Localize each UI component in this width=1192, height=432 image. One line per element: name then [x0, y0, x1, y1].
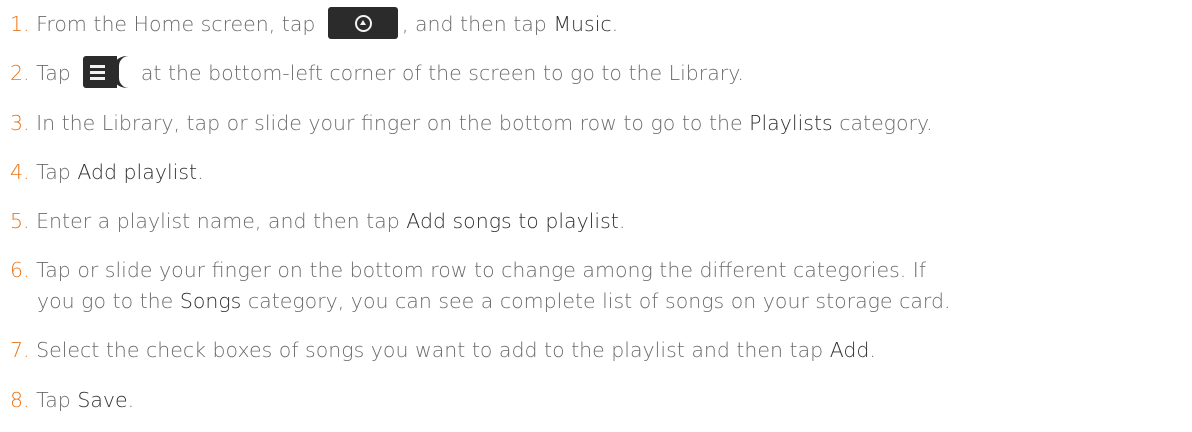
- step-text: Tap: [36, 61, 71, 85]
- step-number: 6.: [10, 258, 30, 282]
- step-text: , and then tap: [401, 12, 547, 36]
- step-highlight: Playlists: [749, 111, 833, 135]
- step-text: Tap: [36, 388, 71, 412]
- step-highlight: Add: [829, 338, 870, 362]
- step-1: 1. From the Home screen, tap , and then …: [10, 7, 619, 41]
- step-text: .: [611, 12, 619, 36]
- library-tab-icon: [83, 56, 130, 88]
- step-7: 7. Select the check boxes of songs you w…: [10, 335, 876, 365]
- step-highlight: Add playlist: [77, 160, 198, 184]
- step-number: 7.: [10, 338, 30, 362]
- step-text: category.: [839, 111, 933, 135]
- step-text: .: [197, 160, 204, 184]
- instruction-steps: 1. From the Home screen, tap , and then …: [0, 0, 1192, 432]
- step-number: 3.: [10, 111, 30, 135]
- step-number: 1.: [10, 12, 30, 36]
- step-highlight: Music: [553, 12, 612, 36]
- step-highlight: Add songs to playlist: [406, 209, 619, 233]
- step-3: 3. In the Library, tap or slide your fin…: [10, 108, 933, 138]
- step-text: Select the check boxes of songs you want…: [36, 338, 824, 362]
- step-text: From the Home screen, tap: [36, 12, 316, 36]
- step-text: at the bottom-left corner of the screen …: [140, 61, 744, 85]
- step-highlight: Songs: [179, 289, 242, 313]
- step-number: 8.: [10, 388, 30, 412]
- step-number: 2.: [10, 61, 30, 85]
- step-text: .: [127, 388, 135, 412]
- step-6-continuation: you go to the Songs category, you can se…: [37, 286, 951, 316]
- step-6: 6. Tap or slide your finger on the botto…: [10, 255, 926, 285]
- step-text: Tap or slide your finger on the bottom r…: [36, 258, 927, 282]
- step-number: 4.: [10, 160, 30, 184]
- all-apps-button-icon: [327, 7, 398, 39]
- step-text: you go to the: [37, 289, 174, 313]
- step-text: category, you can see a complete list of…: [247, 289, 951, 313]
- step-8: 8. Tap Save.: [10, 385, 134, 415]
- step-4: 4. Tap Add playlist.: [10, 157, 204, 187]
- step-2: 2. Tap at the bottom-left corner of the …: [10, 56, 744, 90]
- step-text: .: [869, 338, 876, 362]
- step-text: Enter a playlist name, and then tap: [36, 209, 400, 233]
- step-highlight: Save: [77, 388, 128, 412]
- step-5: 5. Enter a playlist name, and then tap A…: [10, 206, 625, 236]
- step-text: .: [618, 209, 626, 233]
- step-text: In the Library, tap or slide your finger…: [36, 111, 743, 135]
- step-text: Tap: [36, 160, 71, 184]
- step-number: 5.: [10, 209, 30, 233]
